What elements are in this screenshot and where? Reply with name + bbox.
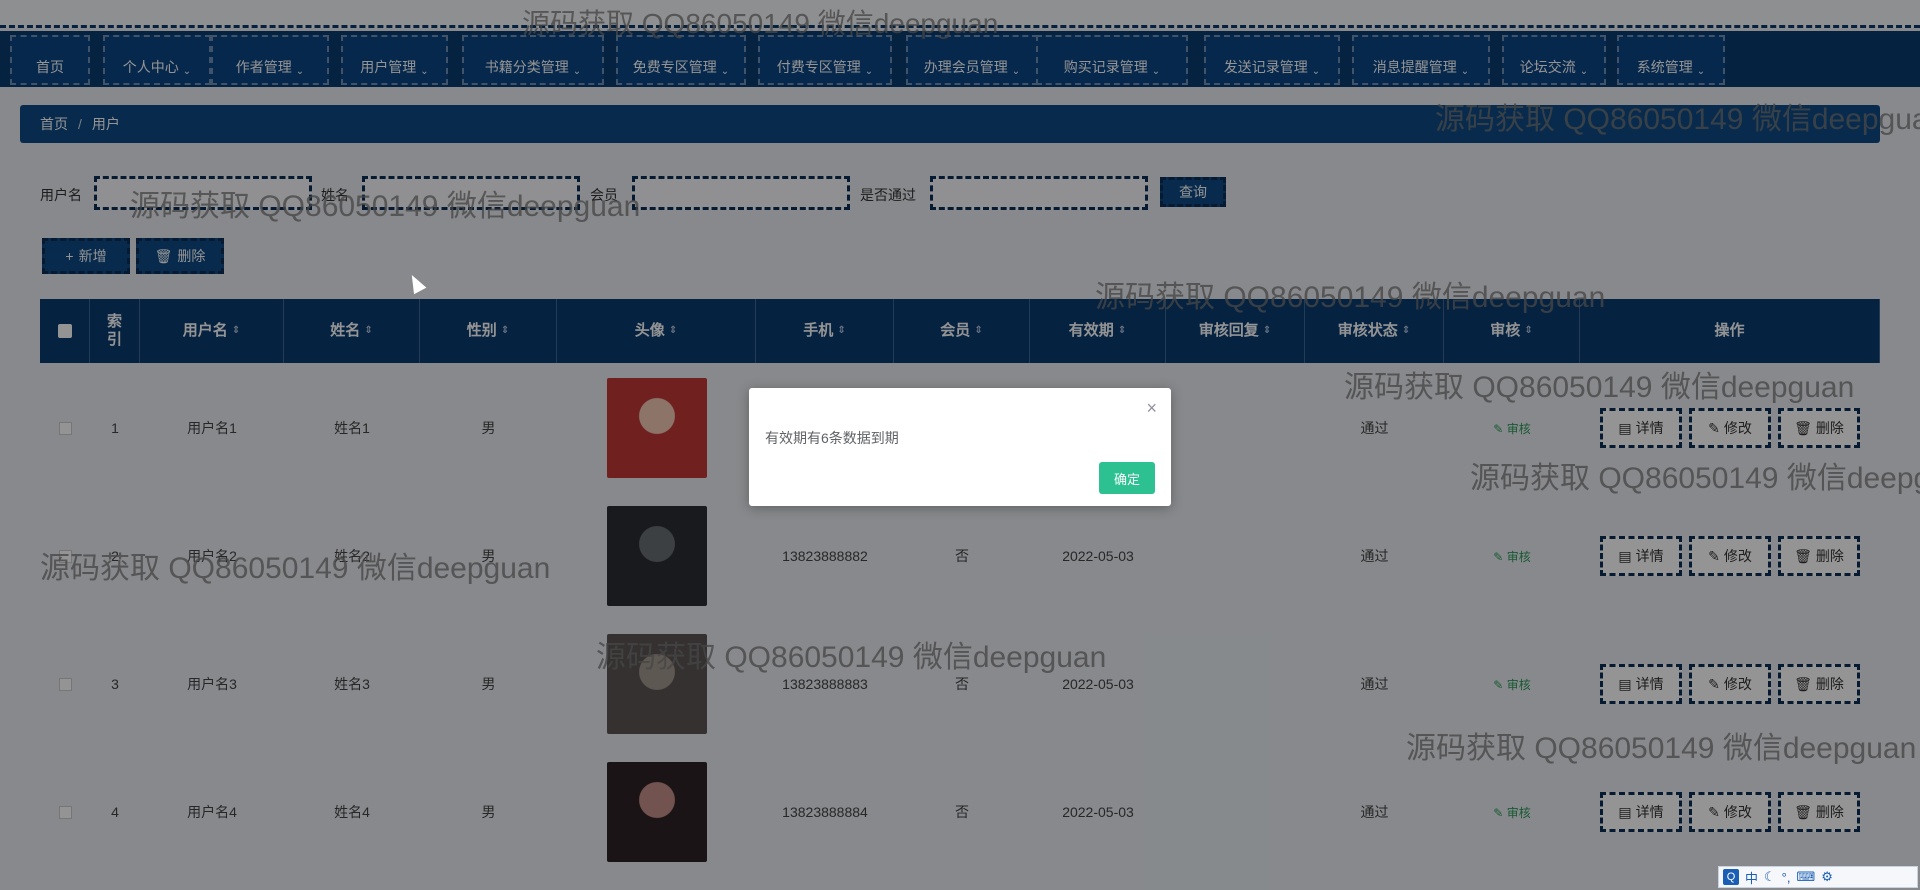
settings-icon: ⚙ [1821, 869, 1833, 884]
expiry-alert-dialog: × 有效期有6条数据到期 确定 [749, 388, 1171, 506]
confirm-button[interactable]: 确定 [1099, 462, 1155, 494]
punctuation-icon: °, [1781, 869, 1791, 885]
moon-icon: ☾ [1764, 869, 1776, 884]
keyboard-icon: ⌨ [1796, 869, 1816, 884]
alert-message: 有效期有6条数据到期 [765, 430, 899, 446]
ime-toolbar[interactable]: Q 中 ☾ °, ⌨ ⚙ [1718, 866, 1918, 888]
close-icon[interactable]: × [1146, 398, 1157, 419]
ime-language[interactable]: 中 [1745, 868, 1758, 887]
ime-logo-icon: Q [1723, 869, 1739, 885]
